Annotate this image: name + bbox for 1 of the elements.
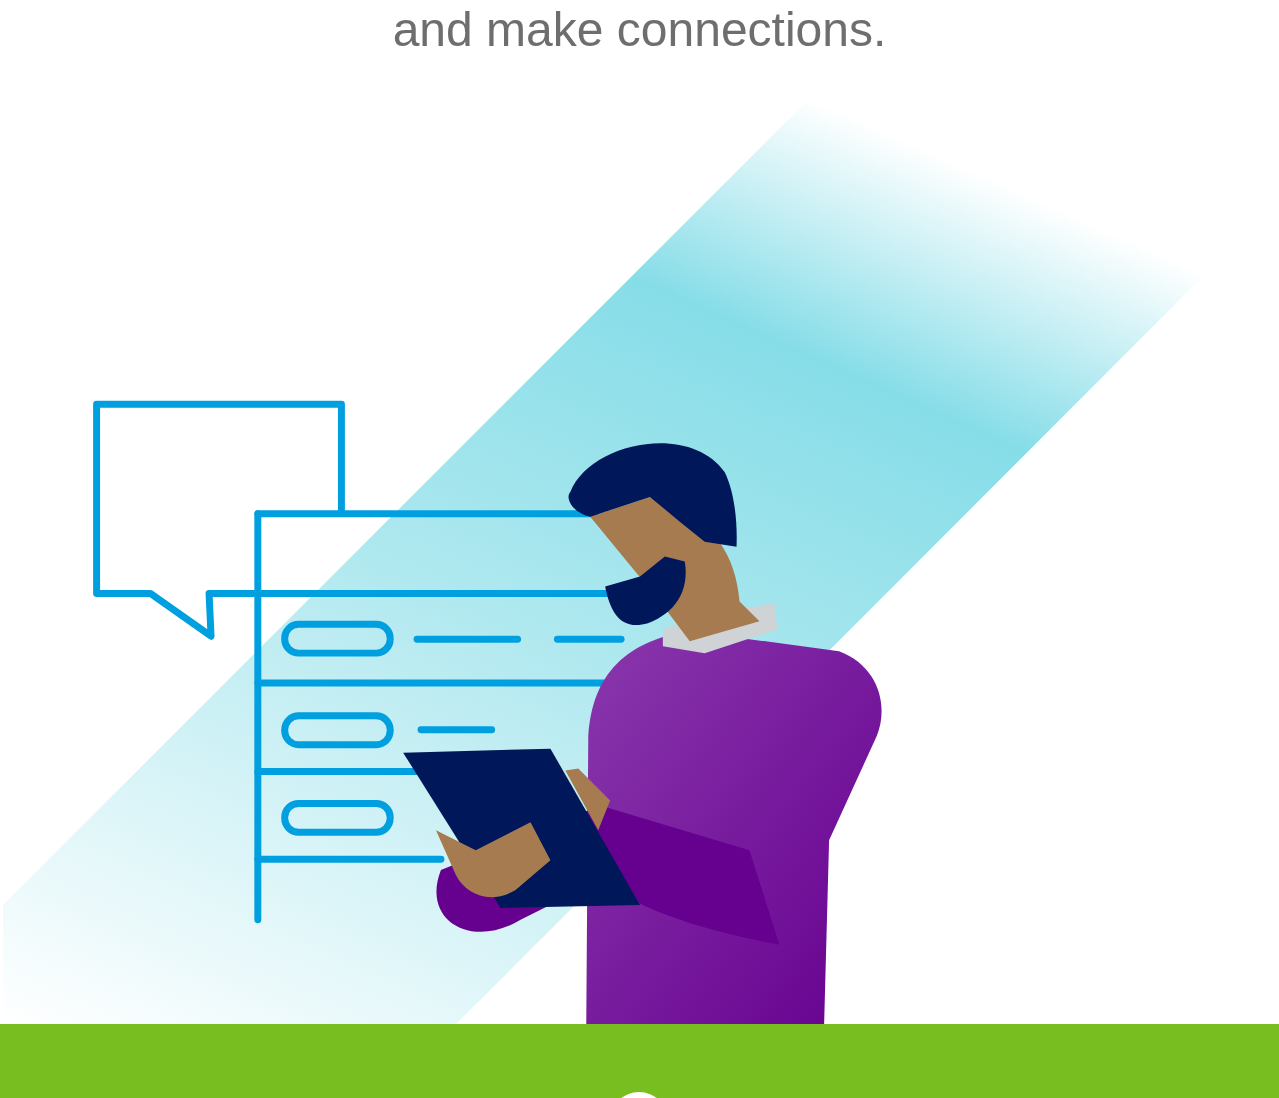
heading: and make connections. [392, 6, 887, 54]
